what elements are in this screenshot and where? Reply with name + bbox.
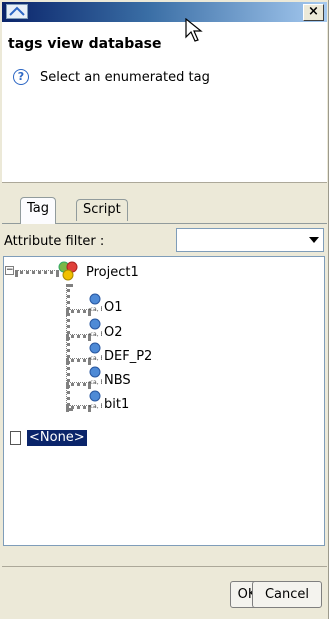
tab-script[interactable]: Script (76, 199, 128, 221)
app-icon (6, 4, 28, 19)
attribute-filter-label: Attribute filter : (4, 234, 105, 249)
svg-text:<a, b>: <a, b> (88, 379, 102, 386)
tag-icon: <a, b> (88, 366, 109, 389)
tree-item-o1[interactable]: O1 (104, 300, 123, 315)
collapse-icon[interactable]: − (5, 266, 14, 275)
dialog-title: tags view database (8, 36, 162, 52)
tree-connector (15, 270, 59, 274)
tag-tree[interactable] (3, 256, 325, 546)
tag-icon: <a, b> (88, 293, 109, 316)
svg-text:<a, b>: <a, b> (88, 306, 102, 313)
dialog: × tags view database ? Select an enumera… (0, 0, 329, 619)
tree-item-def-p2[interactable]: DEF_P2 (104, 349, 152, 364)
title-bar[interactable]: × (2, 2, 327, 22)
tag-icon: <a, b> (88, 342, 109, 365)
close-button[interactable]: × (303, 4, 324, 21)
tag-icon: <a, b> (88, 318, 109, 341)
tree-item-none[interactable]: <None> (27, 430, 87, 446)
tree-item-project1[interactable]: Project1 (86, 265, 139, 280)
svg-text:<a, b>: <a, b> (88, 331, 102, 338)
footer-separator (2, 566, 327, 567)
tag-icon: <a, b> (88, 390, 109, 413)
attribute-filter-select[interactable] (176, 228, 324, 252)
svg-text:<a, b>: <a, b> (88, 355, 102, 362)
tab-tag[interactable]: Tag (20, 197, 57, 224)
help-icon: ? (13, 69, 29, 85)
document-icon (10, 431, 21, 445)
svg-text:<a, b>: <a, b> (88, 403, 102, 410)
tree-item-bit1[interactable]: bit1 (104, 397, 129, 412)
tree-connector (66, 284, 70, 411)
tree-item-o2[interactable]: O2 (104, 325, 123, 340)
mouse-pointer-icon (185, 17, 205, 47)
tree-item-nbs[interactable]: NBS (104, 373, 131, 388)
project-icon (56, 260, 80, 285)
dropdown-arrow-icon[interactable] (309, 237, 319, 243)
cancel-button[interactable]: Cancel (252, 581, 322, 608)
dialog-message: Select an enumerated tag (40, 70, 210, 85)
